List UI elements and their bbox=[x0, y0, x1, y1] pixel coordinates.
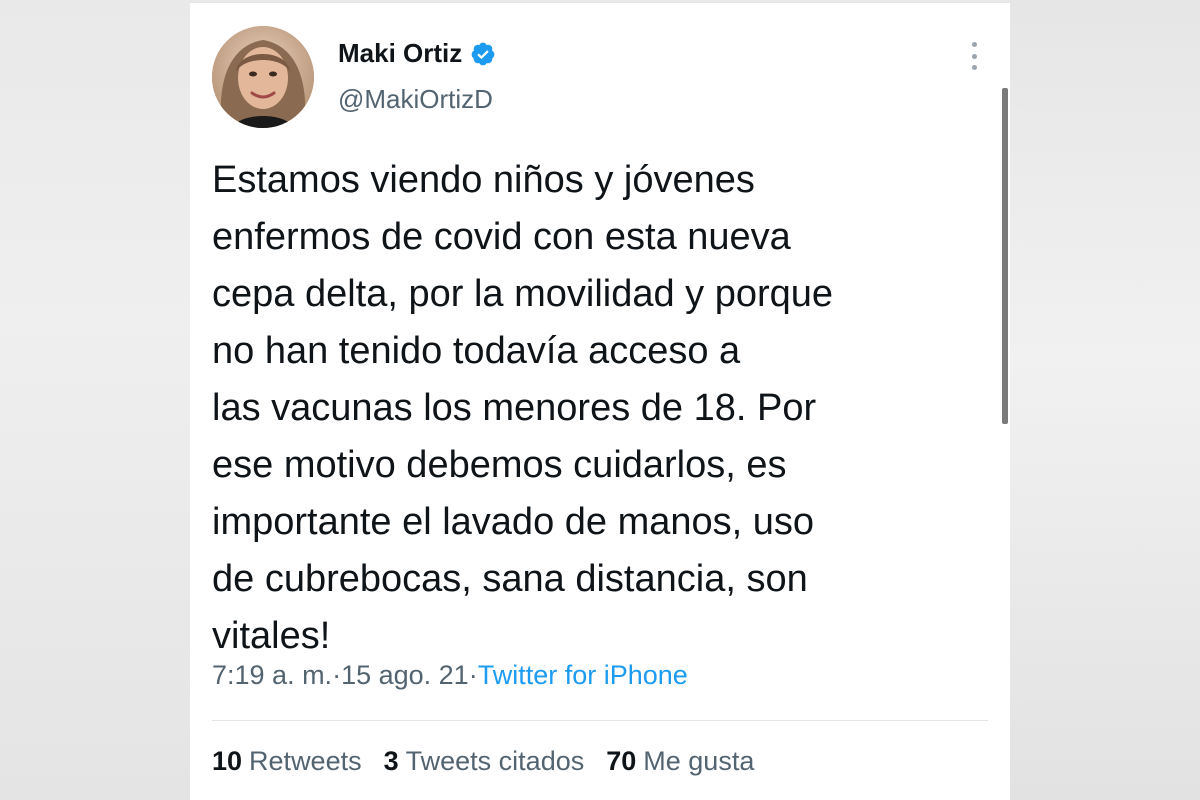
more-vertical-icon[interactable] bbox=[964, 42, 984, 70]
background-left bbox=[0, 0, 190, 800]
tweet-date[interactable]: 15 ago. 21 bbox=[341, 660, 469, 691]
tweet-text: Estamos viendo niños y jóvenes enfermos … bbox=[212, 159, 834, 657]
more-dot bbox=[971, 65, 977, 70]
tweet-source-link[interactable]: Twitter for iPhone bbox=[478, 660, 688, 691]
avatar-image bbox=[212, 26, 314, 128]
scrollbar[interactable] bbox=[1002, 88, 1008, 424]
more-dot bbox=[971, 42, 977, 47]
tweet-stats: 10 Retweets 3 Tweets citados 70 Me gusta bbox=[212, 746, 754, 777]
avatar[interactable] bbox=[212, 26, 314, 128]
tweet-card: Maki Ortiz @MakiOrtizD Estamos viendo ni… bbox=[190, 0, 1010, 800]
divider bbox=[212, 720, 988, 721]
likes-stat[interactable]: 70 Me gusta bbox=[606, 746, 754, 777]
likes-label: Me gusta bbox=[643, 746, 755, 776]
retweets-stat[interactable]: 10 Retweets bbox=[212, 746, 362, 777]
meta-separator: · bbox=[332, 660, 342, 690]
retweets-count: 10 bbox=[212, 746, 243, 776]
author-display-name[interactable]: Maki Ortiz bbox=[338, 38, 462, 69]
background-right bbox=[1010, 0, 1200, 800]
more-dot bbox=[971, 53, 977, 59]
likes-count: 70 bbox=[606, 746, 637, 776]
card-top-border bbox=[190, 0, 1010, 3]
tweet-meta: 7:19 a. m. · 15 ago. 21 · Twitter for iP… bbox=[212, 660, 688, 691]
verified-badge-icon bbox=[470, 41, 496, 67]
meta-separator: · bbox=[468, 660, 478, 690]
author-handle[interactable]: @MakiOrtizD bbox=[338, 84, 493, 115]
quotes-count: 3 bbox=[383, 746, 399, 776]
author-name-row: Maki Ortiz bbox=[338, 38, 496, 69]
tweet-time[interactable]: 7:19 a. m. bbox=[212, 660, 332, 691]
quotes-stat[interactable]: 3 Tweets citados bbox=[384, 746, 585, 777]
quotes-label: Tweets citados bbox=[405, 746, 585, 776]
retweets-label: Retweets bbox=[249, 746, 362, 776]
